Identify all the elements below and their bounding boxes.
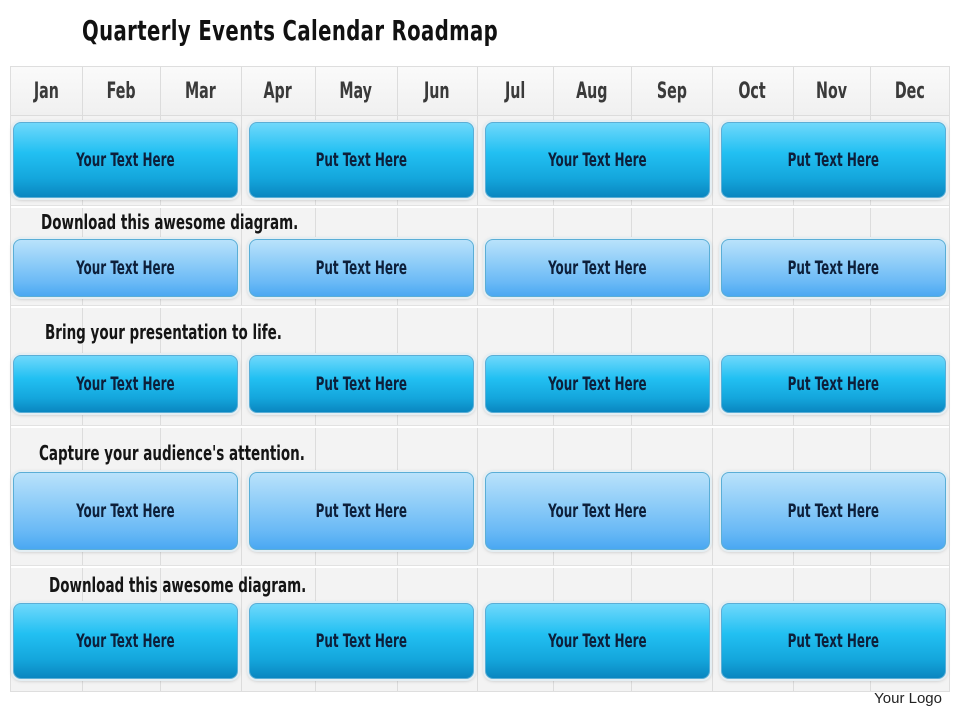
quarter-box-q1[interactable]: Your Text Here	[13, 355, 238, 413]
month-jul: Jul	[504, 79, 526, 104]
month-may: May	[339, 79, 373, 104]
quarter-box-q3[interactable]: Your Text Here	[485, 122, 710, 198]
grid-line	[477, 67, 478, 691]
quarter-box-q4[interactable]: Put Text Here	[721, 239, 946, 297]
row-caption: Download this awesome diagram.	[49, 573, 307, 597]
grid-line	[241, 67, 242, 691]
month-nov: Nov	[815, 79, 848, 104]
quarter-box-q3[interactable]: Your Text Here	[485, 239, 710, 297]
month-mar: Mar	[185, 79, 216, 104]
row-caption: Bring your presentation to life.	[45, 320, 282, 344]
row-divider	[11, 305, 949, 308]
quarter-box-q3[interactable]: Your Text Here	[485, 355, 710, 413]
month-jun: Jun	[424, 79, 450, 104]
quarter-box-q4[interactable]: Put Text Here	[721, 122, 946, 198]
quarter-box-q4[interactable]: Put Text Here	[721, 355, 946, 413]
month-aug: Aug	[576, 79, 608, 104]
row-divider	[11, 565, 949, 568]
quarter-box-q1[interactable]: Your Text Here	[13, 603, 238, 679]
quarter-box-q1[interactable]: Your Text Here	[13, 239, 238, 297]
month-jan: Jan	[33, 79, 60, 104]
quarter-box-q3[interactable]: Your Text Here	[485, 472, 710, 550]
quarter-box-q2[interactable]: Put Text Here	[249, 239, 474, 297]
page-title: Quarterly Events Calendar Roadmap	[82, 14, 499, 47]
row-divider	[11, 425, 949, 428]
quarter-box-q2[interactable]: Put Text Here	[249, 122, 474, 198]
month-apr: Apr	[263, 79, 293, 104]
month-sep: Sep	[656, 79, 687, 104]
quarter-box-q2[interactable]: Put Text Here	[249, 472, 474, 550]
quarter-box-q1[interactable]: Your Text Here	[13, 122, 238, 198]
grid-line	[712, 67, 713, 691]
month-oct: Oct	[738, 79, 767, 104]
month-feb: Feb	[106, 79, 136, 104]
row-caption: Capture your audience's attention.	[39, 441, 305, 465]
quarter-box-q4[interactable]: Put Text Here	[721, 472, 946, 550]
quarter-box-q3[interactable]: Your Text Here	[485, 603, 710, 679]
month-dec: Dec	[894, 79, 925, 104]
logo-placeholder: Your Logo	[874, 690, 942, 707]
row-divider	[11, 205, 949, 208]
quarter-box-q2[interactable]: Put Text Here	[249, 603, 474, 679]
row-caption: Download this awesome diagram.	[41, 210, 299, 234]
quarter-box-q2[interactable]: Put Text Here	[249, 355, 474, 413]
quarter-box-q4[interactable]: Put Text Here	[721, 603, 946, 679]
quarter-box-q1[interactable]: Your Text Here	[13, 472, 238, 550]
